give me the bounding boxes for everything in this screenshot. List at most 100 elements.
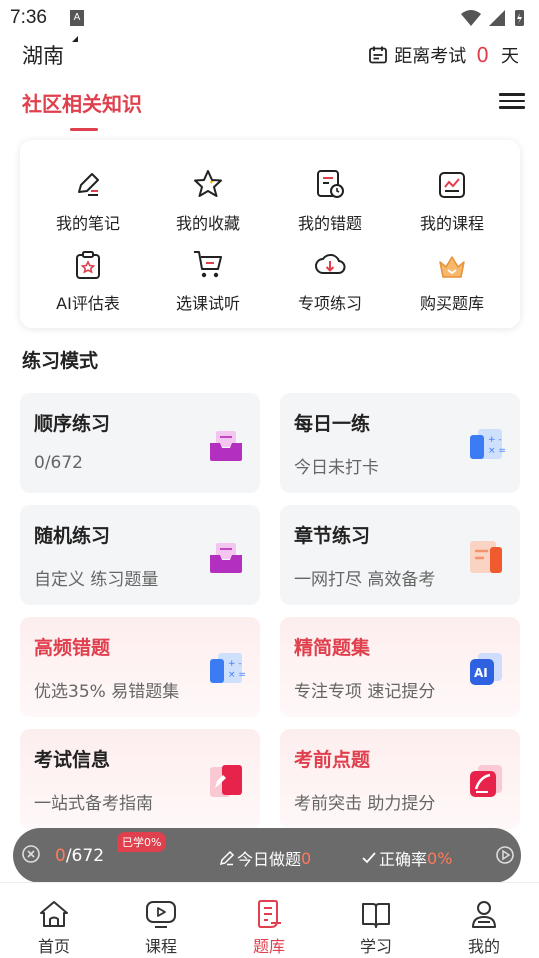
status-bar: 7:36 A (0, 0, 539, 36)
user-icon (472, 901, 496, 928)
status-time: 7:36 (10, 7, 47, 28)
play-circle-icon[interactable] (495, 845, 515, 865)
calculator-icon: + - × = (210, 653, 246, 683)
book-icon (362, 903, 390, 928)
studied-badge: 已学0% (117, 832, 167, 852)
note-edit-icon (78, 173, 99, 196)
header: 湖南 距离考试 0 天 (0, 36, 539, 76)
quick-item-label: 我的课程 (419, 214, 484, 233)
bottom-navigation: 首页 课程 题库 学习 我的 (0, 882, 539, 958)
quick-item-label: 我的收藏 (175, 214, 240, 233)
star-icon (194, 170, 222, 197)
mode-card-sequential[interactable]: 顺序练习 0/672 (20, 393, 260, 493)
home-icon (40, 901, 68, 927)
nav-courses[interactable]: 课程 (107, 883, 215, 958)
progress-count: 0/672 (55, 846, 104, 866)
mode-title: 顺序练习 (34, 413, 111, 435)
subject-tabbar: 社区相关知识 (0, 84, 539, 134)
calendar-icon (369, 46, 388, 64)
svg-text:× =: × = (228, 670, 246, 680)
notification-icon: A (70, 10, 84, 26)
rate-label: 正确率 (379, 850, 428, 869)
quick-item-label: 选课试听 (175, 294, 240, 313)
mode-card-chapter[interactable]: 章节练习 一网打尽 高效备考 (280, 505, 520, 605)
mode-card-condensed[interactable]: 精简题集 专注专项 速记提分 AI (280, 617, 520, 717)
today-questions: 今日做题 0 (219, 846, 311, 870)
curve-card-icon (470, 765, 502, 797)
rate-value: 0% (427, 848, 453, 868)
nav-label: 首页 (37, 937, 70, 956)
mode-title: 高频错题 (34, 637, 111, 659)
mode-card-exam-info[interactable]: 考试信息 一站式备考指南 (20, 729, 260, 829)
quick-item-courses[interactable]: 我的课程 (392, 166, 512, 234)
course-chart-icon (439, 172, 465, 198)
system-indicators (461, 10, 524, 26)
menu-icon[interactable] (499, 90, 525, 112)
mode-card-frequent-errors[interactable]: 高频错题 优选35% 易错题集 + - × = (20, 617, 260, 717)
list-doc-icon (470, 541, 502, 573)
cart-icon (194, 251, 222, 278)
quick-item-buy[interactable]: 购买题库 (392, 246, 512, 314)
calculator-icon: + - × = (470, 429, 506, 459)
svg-text:+ -: + - (488, 435, 502, 445)
mode-subtitle: 考前突击 助力提分 (294, 794, 436, 814)
nav-question-bank[interactable]: 题库 (215, 883, 323, 958)
mode-card-pre-exam[interactable]: 考前点题 考前突击 助力提分 (280, 729, 520, 829)
mode-subtitle: 0/672 (34, 453, 83, 473)
mode-title: 考前点题 (294, 749, 371, 771)
mode-subtitle: 专注专项 速记提分 (294, 682, 436, 702)
ai-card-icon: AI (470, 653, 502, 685)
nav-profile[interactable]: 我的 (430, 883, 538, 958)
region-selector[interactable]: 湖南 (22, 40, 64, 70)
exam-countdown: 距离考试 0 天 (368, 42, 519, 68)
nav-home[interactable]: 首页 (0, 883, 108, 958)
svg-text:+ -: + - (228, 659, 242, 669)
region-caret-icon[interactable] (72, 36, 78, 42)
nav-label: 学习 (359, 937, 392, 956)
mode-subtitle: 一网打尽 高效备考 (294, 570, 436, 590)
mode-subtitle: 今日未打卡 (294, 458, 379, 478)
pencil-icon (219, 850, 235, 866)
quick-item-wrong[interactable]: 我的错题 (270, 166, 390, 234)
quick-item-label: 专项练习 (297, 294, 362, 313)
quick-item-label: 我的笔记 (55, 214, 120, 233)
quick-item-favorites[interactable]: 我的收藏 (148, 166, 268, 234)
accuracy-rate: 正确率 0% (361, 846, 452, 870)
exam-label: 距离考试 (394, 46, 467, 67)
wrong-questions-icon (317, 170, 344, 198)
close-circle-icon[interactable] (21, 844, 41, 864)
nav-label: 题库 (252, 937, 285, 956)
quick-actions-card: 我的笔记 我的收藏 我的错题 我的课程 AI评估表 选课试听 专项练习 购买题库 (20, 140, 520, 328)
nav-label: 我的 (467, 937, 500, 956)
clipboard-icon (76, 251, 100, 279)
tab-subject[interactable]: 社区相关知识 (22, 88, 142, 117)
nav-study[interactable]: 学习 (322, 883, 430, 958)
cloud-download-icon (315, 254, 346, 274)
mode-card-random[interactable]: 随机练习 自定义 练习题量 (20, 505, 260, 605)
mail-tray-icon (210, 543, 242, 573)
quick-item-special[interactable]: 专项练习 (270, 246, 390, 314)
quick-item-trial[interactable]: 选课试听 (148, 246, 268, 314)
today-label: 今日做题 (237, 850, 302, 869)
question-bank-icon (258, 900, 281, 928)
nav-label: 课程 (144, 937, 177, 956)
quick-item-label: 购买题库 (419, 294, 484, 313)
quick-item-label: AI评估表 (56, 294, 120, 313)
svg-text:× =: × = (488, 446, 506, 456)
quick-item-notes[interactable]: 我的笔记 (28, 166, 148, 234)
mode-title: 章节练习 (294, 525, 371, 547)
today-value: 0 (301, 848, 312, 868)
quick-item-ai-eval[interactable]: AI评估表 (28, 246, 148, 314)
edit-card-icon (210, 765, 242, 797)
tab-indicator (70, 128, 98, 131)
mode-title: 每日一练 (294, 413, 371, 435)
progress-done: 0 (55, 846, 66, 866)
play-icon (146, 901, 176, 928)
exam-days: 0 (476, 43, 489, 67)
svg-text:AI: AI (474, 666, 488, 680)
mode-subtitle: 优选35% 易错题集 (34, 682, 180, 702)
crown-icon (439, 256, 465, 278)
check-icon (362, 852, 376, 864)
quick-item-label: 我的错题 (297, 214, 362, 233)
mode-card-daily[interactable]: 每日一练 今日未打卡 + - × = (280, 393, 520, 493)
